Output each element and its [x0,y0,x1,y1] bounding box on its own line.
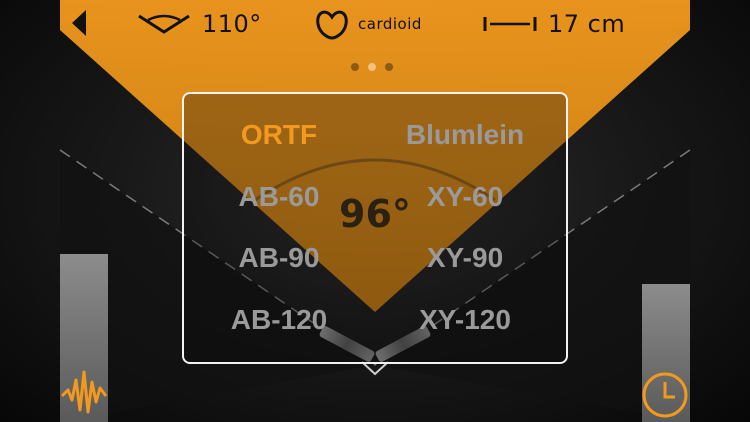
spacing-setting[interactable]: 17 cm [482,8,625,40]
preset-blumlein[interactable]: Blumlein [370,119,560,151]
preset-ab-120[interactable]: AB-120 [184,304,374,336]
top-bar: 110° cardioid 17 cm [0,0,750,46]
angle-value: 110° [202,10,262,38]
page-indicator[interactable] [351,63,393,71]
page-dot[interactable] [368,63,376,71]
preset-xy-90[interactable]: XY-90 [370,242,560,274]
page-dot[interactable] [385,63,393,71]
page-dot[interactable] [351,63,359,71]
back-button[interactable] [62,6,96,40]
waveform-button[interactable] [60,366,108,418]
spacing-ruler-icon [483,17,537,31]
preset-xy-60[interactable]: XY-60 [370,181,560,213]
angle-setting[interactable]: 110° [136,8,262,40]
clock-icon [642,372,688,418]
spacing-value: 17 cm [548,10,626,38]
preset-menu: ORTF Blumlein AB-60 XY-60 AB-90 XY-90 AB… [182,92,568,364]
back-triangle-icon [72,10,86,36]
mic-angle-icon [138,14,190,34]
waveform-icon [60,370,108,414]
preset-ortf[interactable]: ORTF [184,119,374,151]
preset-ab-60[interactable]: AB-60 [184,181,374,213]
polar-pattern-setting[interactable]: cardioid [314,8,422,40]
cardioid-icon [316,10,348,40]
stereo-stage: 110° cardioid 17 cm 96° ORTF Blumlein AB… [0,0,750,422]
pattern-value: cardioid [358,15,422,33]
preset-xy-120[interactable]: XY-120 [370,304,560,336]
preset-ab-90[interactable]: AB-90 [184,242,374,274]
clock-button[interactable] [640,370,690,420]
